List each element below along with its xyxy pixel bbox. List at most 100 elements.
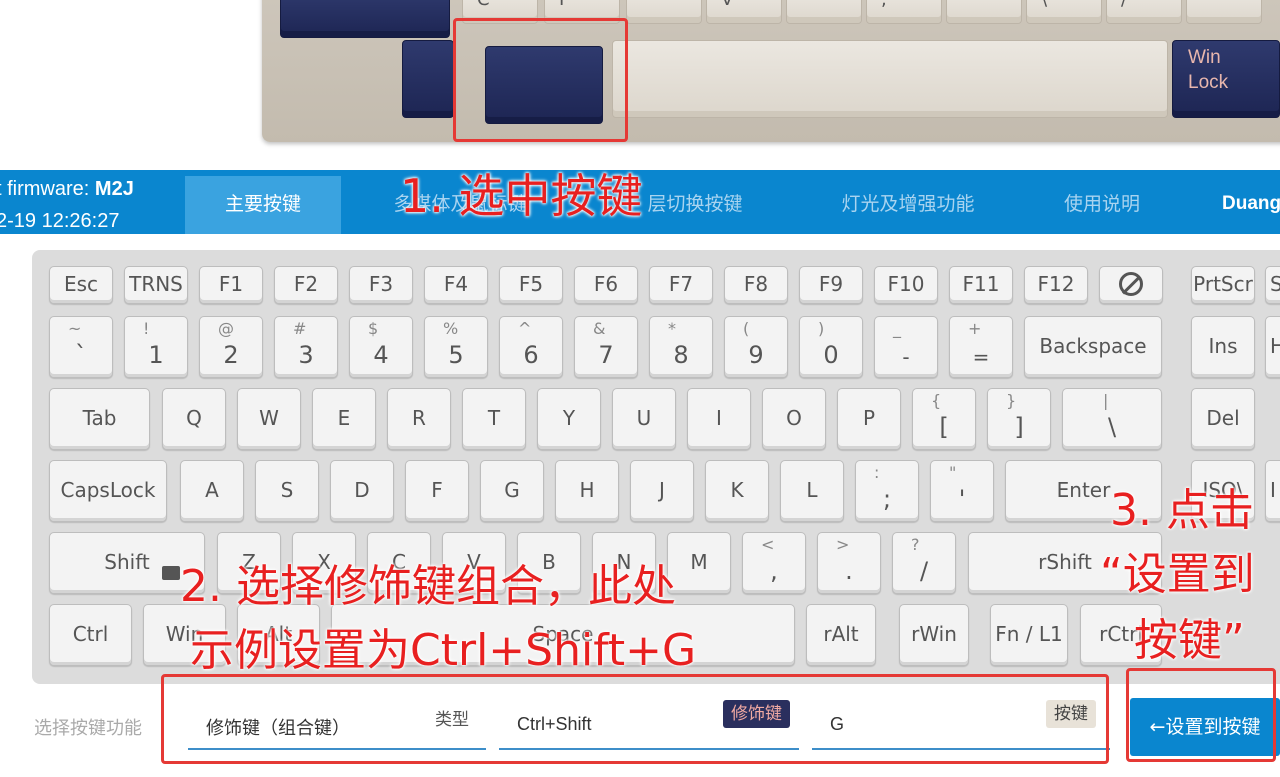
key-minus[interactable]: _ - [874, 316, 938, 378]
firmware-label: t firmware: [0, 178, 95, 200]
tab-lighting[interactable]: 灯光及增强功能 [820, 176, 996, 234]
key-f7[interactable]: F7 [649, 266, 713, 304]
key-esc[interactable]: Esc [49, 266, 113, 304]
key-semicolon[interactable]: :; [855, 460, 919, 522]
key-p[interactable]: P [837, 388, 901, 450]
key-ctrl[interactable]: Ctrl [49, 604, 132, 666]
key-f2[interactable]: F2 [274, 266, 338, 304]
key-quote[interactable]: " ' [930, 460, 994, 522]
function-label: 选择按键功能 [34, 718, 142, 739]
key-rbracket[interactable]: }] [987, 388, 1051, 450]
key-edge[interactable]: I [1265, 460, 1280, 522]
photo-key [946, 0, 1022, 24]
key-f6[interactable]: F6 [574, 266, 638, 304]
key-e[interactable]: E [312, 388, 376, 450]
key-6[interactable]: ^ 6 [499, 316, 563, 378]
annotation-step2-line2: 示例设置为Ctrl+Shift+G [190, 625, 697, 676]
key-w[interactable]: W [237, 388, 301, 450]
key-9[interactable]: (9 [724, 316, 788, 378]
no-entry-icon [1119, 271, 1143, 296]
key-rwin[interactable]: rWin [899, 604, 969, 666]
photo-key: ; [866, 0, 942, 24]
key-k[interactable]: K [705, 460, 769, 522]
key-f[interactable]: F [405, 460, 469, 522]
key-d[interactable]: D [330, 460, 394, 522]
key-lbracket[interactable]: {[ [912, 388, 976, 450]
annotation-step3-line3: 按键” [1134, 615, 1245, 666]
key-f3[interactable]: F3 [349, 266, 413, 304]
photo-key [1186, 0, 1262, 24]
key-5[interactable]: % 5 [424, 316, 488, 378]
key-backspace[interactable]: Backspace [1024, 316, 1162, 378]
photo-key [786, 0, 862, 24]
key-del[interactable]: Del [1191, 388, 1255, 450]
photo-key: \ [1026, 0, 1102, 24]
screenshot-root: C F V ; \ / WinLock t firmware: M2J 2-19… [0, 0, 1280, 777]
key-none[interactable] [1099, 266, 1163, 304]
key-l[interactable]: L [780, 460, 844, 522]
key-scrolllock[interactable]: S [1265, 266, 1280, 304]
key-0[interactable]: ) 0 [799, 316, 863, 378]
key-f4[interactable]: F4 [424, 266, 488, 304]
key-f1[interactable]: F1 [199, 266, 263, 304]
key-grave[interactable]: ~ ` [49, 316, 113, 378]
key-i[interactable]: I [687, 388, 751, 450]
key-f9[interactable]: F9 [799, 266, 863, 304]
key-r[interactable]: R [387, 388, 451, 450]
annotation-box-selected-key [453, 18, 628, 142]
key-q[interactable]: Q [162, 388, 226, 450]
key-home[interactable]: H [1265, 316, 1280, 378]
key-tab[interactable]: Tab [49, 388, 150, 450]
key-y[interactable]: Y [537, 388, 601, 450]
photo-key-space [612, 40, 1168, 118]
annotation-step1: 1. 选中按键 [400, 169, 643, 223]
firmware-value: M2J [94, 178, 134, 200]
key-t[interactable]: T [462, 388, 526, 450]
firmware-timestamp: 2-19 12:26:27 [0, 210, 120, 232]
key-prtscr[interactable]: PrtScr [1191, 266, 1255, 304]
key-slash[interactable]: ? / [892, 532, 956, 594]
key-7[interactable]: & 7 [574, 316, 638, 378]
photo-key: V [706, 0, 782, 24]
key-g[interactable]: G [480, 460, 544, 522]
key-comma[interactable]: <, [742, 532, 806, 594]
key-8[interactable]: * 8 [649, 316, 713, 378]
photo-key-ctrl [402, 40, 454, 118]
key-s[interactable]: S [255, 460, 319, 522]
annotation-box-modifier-fields [161, 674, 1109, 764]
key-period[interactable]: >. [817, 532, 881, 594]
winlock-label: Win Lock [1188, 47, 1229, 93]
key-u[interactable]: U [612, 388, 676, 450]
lock-icon [162, 566, 180, 580]
key-h[interactable]: H [555, 460, 619, 522]
key-f8[interactable]: F8 [724, 266, 788, 304]
key-trns[interactable]: TRNS [124, 266, 188, 304]
key-m[interactable]: M [667, 532, 731, 594]
key-backslash[interactable]: | \ [1062, 388, 1162, 450]
key-4[interactable]: $4 [349, 316, 413, 378]
key-f11[interactable]: F11 [949, 266, 1013, 304]
key-equals[interactable]: + = [949, 316, 1013, 378]
annotation-step3-line2: “设置到 [1100, 549, 1255, 600]
tab-instructions[interactable]: 使用说明 [1042, 176, 1162, 234]
key-3[interactable]: #3 [274, 316, 338, 378]
tab-duang[interactable]: Duang [1215, 176, 1280, 234]
key-ralt[interactable]: rAlt [806, 604, 876, 666]
key-j[interactable]: J [630, 460, 694, 522]
key-fn[interactable]: Fn / L1 [990, 604, 1068, 666]
key-f12[interactable]: F12 [1024, 266, 1088, 304]
key-o[interactable]: O [762, 388, 826, 450]
key-f5[interactable]: F5 [499, 266, 563, 304]
key-a[interactable]: A [180, 460, 244, 522]
photo-key [626, 0, 702, 24]
annotation-step2-line1: 2. 选择修饰键组合，此处 [180, 561, 676, 612]
key-f10[interactable]: F10 [874, 266, 938, 304]
tab-main-keys[interactable]: 主要按键 [185, 176, 341, 234]
key-ins[interactable]: Ins [1191, 316, 1255, 378]
key-capslock[interactable]: CapsLock [49, 460, 167, 522]
annotation-box-set-button [1126, 668, 1276, 762]
photo-key: / [1106, 0, 1182, 24]
key-1[interactable]: ! 1 [124, 316, 188, 378]
photo-key-shift [280, 0, 450, 38]
key-2[interactable]: @2 [199, 316, 263, 378]
